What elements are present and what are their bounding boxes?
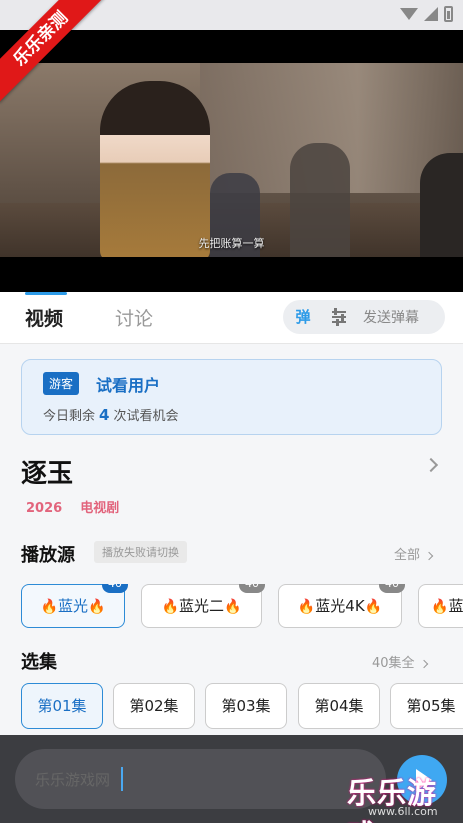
- source-item[interactable]: 🔥蓝光🔥 40: [21, 584, 128, 628]
- wifi-icon: [400, 8, 418, 20]
- guest-title: 试看用户: [96, 376, 161, 395]
- episode-list: 第01集 第02集 第03集 第04集 第05集: [21, 683, 463, 729]
- show-category: 电视剧: [80, 501, 120, 516]
- source-label: 蓝: [448, 597, 463, 615]
- episode-item[interactable]: 第05集: [390, 683, 463, 729]
- show-title: 逐玉: [21, 459, 74, 489]
- episodes-all-link[interactable]: 40集全: [372, 652, 428, 671]
- episode-item[interactable]: 第03集: [205, 683, 287, 729]
- text-caret: [121, 767, 123, 791]
- trial-count: 4: [99, 406, 110, 424]
- danmaku-settings-icon[interactable]: [329, 305, 349, 329]
- chevron-right-icon: [419, 659, 428, 668]
- flame-icon: 🔥: [297, 599, 316, 615]
- source-item[interactable]: 🔥蓝: [418, 584, 463, 628]
- episodes-title: 选集: [21, 652, 57, 673]
- source-badge: 40: [239, 584, 265, 593]
- sources-all-label: 全部: [394, 548, 421, 563]
- active-tab-indicator: [25, 292, 67, 295]
- flame-icon: 🔥: [161, 599, 179, 615]
- show-year: 2026: [26, 501, 63, 516]
- source-item[interactable]: 🔥蓝光4K🔥 40: [278, 584, 405, 628]
- source-label: 蓝光4K: [315, 597, 365, 615]
- battery-icon: [444, 6, 453, 22]
- comment-input-text: 乐乐游戏网: [35, 771, 111, 789]
- corner-ribbon: 乐乐亲测: [0, 0, 110, 110]
- guest-badge: 游客: [43, 372, 80, 395]
- chevron-right-icon: [424, 551, 434, 560]
- trial-prefix: 今日剩余: [43, 409, 96, 424]
- flame-icon: 🔥: [88, 599, 106, 615]
- source-badge: 40: [102, 584, 128, 593]
- ribbon-label: 乐乐亲测: [0, 0, 105, 103]
- danmaku-toggle[interactable]: 弹: [291, 305, 315, 329]
- tab-bar: 视频 讨论 弹 发送弹幕: [0, 292, 463, 344]
- sources-title: 播放源: [21, 545, 75, 566]
- guest-trial-card[interactable]: 游客 试看用户 今日剩余 4 次试看机会: [21, 359, 442, 435]
- episode-item[interactable]: 第04集: [298, 683, 380, 729]
- comment-input[interactable]: 乐乐游戏网: [15, 749, 386, 809]
- send-danmaku-button[interactable]: 发送弹幕: [363, 307, 419, 327]
- episodes-total: 40集全: [372, 656, 415, 671]
- episode-item[interactable]: 第01集: [21, 683, 103, 729]
- flame-icon: 🔥: [431, 599, 449, 615]
- signal-icon: [424, 7, 438, 21]
- source-item[interactable]: 🔥蓝光二🔥 40: [141, 584, 265, 628]
- danmaku-bar: 弹 发送弹幕: [283, 300, 445, 334]
- flame-icon: 🔥: [364, 599, 383, 615]
- source-label: 蓝光二: [178, 597, 224, 615]
- flame-icon: 🔥: [224, 599, 242, 615]
- watermark-url: www.6ll.com: [368, 805, 438, 818]
- sources-all-link[interactable]: 全部: [394, 544, 434, 563]
- show-meta: 2026 电视剧: [26, 497, 119, 516]
- episode-item[interactable]: 第02集: [113, 683, 195, 729]
- source-list: 🔥蓝光🔥 40 🔥蓝光二🔥 40 🔥蓝光4K🔥 40 🔥蓝: [21, 584, 463, 628]
- source-badge: 40: [379, 584, 405, 593]
- trial-suffix: 次试看机会: [113, 409, 179, 424]
- sources-hint: 播放失败请切换: [94, 541, 187, 563]
- trial-remaining: 今日剩余 4 次试看机会: [43, 405, 178, 424]
- flame-icon: 🔥: [40, 599, 58, 615]
- tab-video[interactable]: 视频: [25, 304, 63, 331]
- tab-discussion[interactable]: 讨论: [115, 304, 153, 331]
- video-subtitle: 先把账算一算: [198, 237, 265, 250]
- chevron-right-icon[interactable]: [423, 457, 439, 473]
- source-label: 蓝光: [57, 597, 88, 615]
